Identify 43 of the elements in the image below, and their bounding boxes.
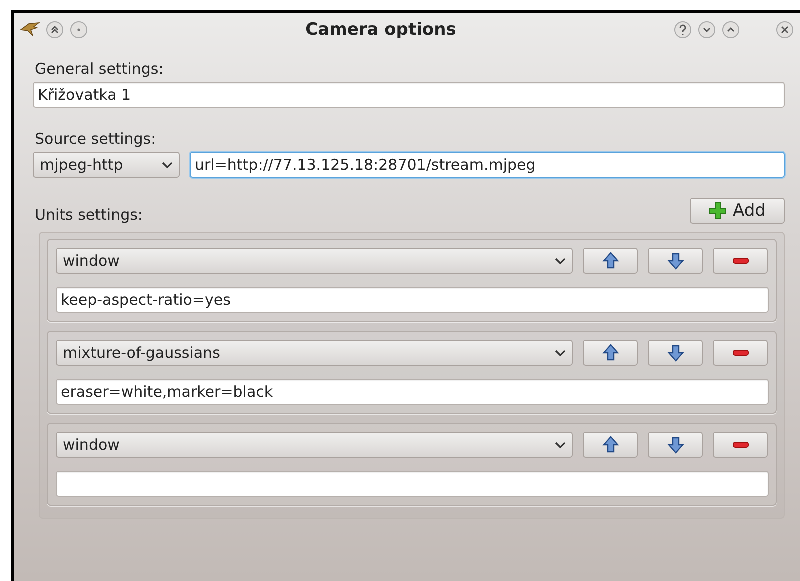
unit-type-dropdown[interactable]: mixture-of-gaussians xyxy=(56,340,573,366)
arrow-up-icon xyxy=(602,344,620,362)
unit-type-dropdown[interactable]: window xyxy=(56,432,573,458)
window-title: Camera options xyxy=(304,20,458,40)
minimize-icon[interactable] xyxy=(698,20,716,38)
arrow-up-icon xyxy=(602,252,620,270)
close-icon[interactable] xyxy=(776,20,794,38)
minus-icon xyxy=(732,350,748,356)
add-button[interactable]: Add xyxy=(690,198,785,224)
plus-icon xyxy=(709,202,728,220)
arrow-down-icon xyxy=(666,436,684,454)
chevron-down-icon xyxy=(555,350,566,356)
move-down-button[interactable] xyxy=(648,248,703,274)
help-icon[interactable] xyxy=(674,20,692,38)
unit-type-dropdown[interactable]: window xyxy=(56,248,573,274)
minus-icon xyxy=(732,442,748,448)
name-field[interactable]: Křižovatka 1 xyxy=(33,82,785,108)
move-down-button[interactable] xyxy=(648,340,703,366)
move-up-button[interactable] xyxy=(583,248,638,274)
arrow-down-icon xyxy=(666,252,684,270)
unit-params-field[interactable] xyxy=(56,471,769,497)
remove-button[interactable] xyxy=(713,248,768,274)
section-label: General settings: xyxy=(35,60,165,78)
move-down-button[interactable] xyxy=(648,432,703,458)
arrow-down-icon xyxy=(666,344,684,362)
keep-above-icon[interactable] xyxy=(46,20,64,38)
source-type-dropdown[interactable]: mjpeg-http xyxy=(33,152,180,178)
chevron-down-icon xyxy=(555,442,566,448)
remove-button[interactable] xyxy=(713,432,768,458)
section-label: Source settings: xyxy=(35,130,158,148)
unit-params-field[interactable]: keep-aspect-ratio=yes xyxy=(56,287,769,313)
unit-params-field[interactable]: eraser=white,marker=black xyxy=(56,379,769,405)
bird-icon[interactable] xyxy=(20,22,40,38)
minus-icon xyxy=(732,258,748,264)
arrow-up-icon xyxy=(602,436,620,454)
chevron-down-icon xyxy=(555,258,566,264)
section-label: Units settings: xyxy=(35,206,143,224)
remove-button[interactable] xyxy=(713,340,768,366)
chevron-down-icon xyxy=(162,162,173,168)
source-url-field[interactable]: url=http://77.13.125.18:28701/stream.mjpeg xyxy=(190,152,785,178)
move-up-button[interactable] xyxy=(583,432,638,458)
maximize-icon[interactable] xyxy=(722,20,740,38)
move-up-button[interactable] xyxy=(583,340,638,366)
